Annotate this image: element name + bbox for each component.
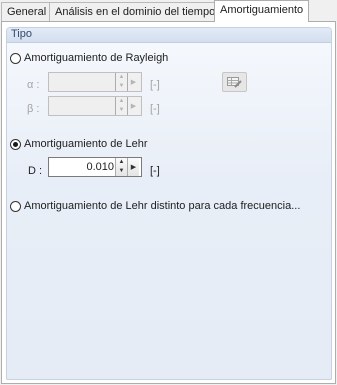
d-arrow[interactable]: ▶	[127, 158, 139, 176]
lehr-per-frequency-radio[interactable]	[10, 200, 21, 212]
group-title: Tipo	[7, 28, 331, 43]
tab-time-domain-analysis[interactable]: Análisis en el dominio del tiempo	[49, 2, 215, 21]
tab-strip: General Análisis en el dominio del tiemp…	[0, 0, 337, 22]
rayleigh-edit-button[interactable]	[222, 72, 247, 92]
alpha-input[interactable]: ▲ ▼ ▶	[48, 72, 142, 92]
alpha-label: α :	[27, 79, 40, 91]
table-edit-icon	[227, 76, 242, 88]
d-unit: [-]	[150, 165, 160, 177]
type-group: Tipo Amortiguamiento de Rayleigh α : ▲ ▼ …	[6, 27, 332, 380]
tab-damping[interactable]: Amortiguamiento	[214, 0, 309, 22]
lehr-option[interactable]: Amortiguamiento de Lehr	[10, 136, 148, 152]
rayleigh-label: Amortiguamiento de Rayleigh	[24, 52, 169, 64]
d-input[interactable]: 0.010 ▲ ▼ ▶	[48, 157, 142, 177]
beta-label: β :	[27, 103, 40, 115]
tab-panel: Tipo Amortiguamiento de Rayleigh α : ▲ ▼ …	[1, 21, 336, 384]
beta-unit: [-]	[150, 103, 160, 115]
alpha-spinner[interactable]: ▲ ▼	[115, 73, 127, 91]
d-label: D :	[28, 165, 43, 177]
d-spinner[interactable]: ▲ ▼	[115, 158, 127, 176]
rayleigh-option[interactable]: Amortiguamiento de Rayleigh	[10, 50, 168, 66]
d-value: 0.010	[86, 161, 114, 173]
beta-spinner[interactable]: ▲ ▼	[115, 97, 127, 115]
beta-input[interactable]: ▲ ▼ ▶	[48, 96, 142, 116]
alpha-arrow[interactable]: ▶	[127, 73, 139, 91]
rayleigh-radio[interactable]	[10, 52, 21, 64]
lehr-radio[interactable]	[10, 138, 21, 150]
beta-arrow[interactable]: ▶	[127, 97, 139, 115]
lehr-per-frequency-option[interactable]: Amortiguamiento de Lehr distinto para ca…	[10, 198, 300, 214]
lehr-label: Amortiguamiento de Lehr	[24, 138, 148, 150]
lehr-per-frequency-label: Amortiguamiento de Lehr distinto para ca…	[24, 200, 301, 212]
tab-general[interactable]: General	[1, 2, 50, 21]
alpha-unit: [-]	[150, 79, 160, 91]
